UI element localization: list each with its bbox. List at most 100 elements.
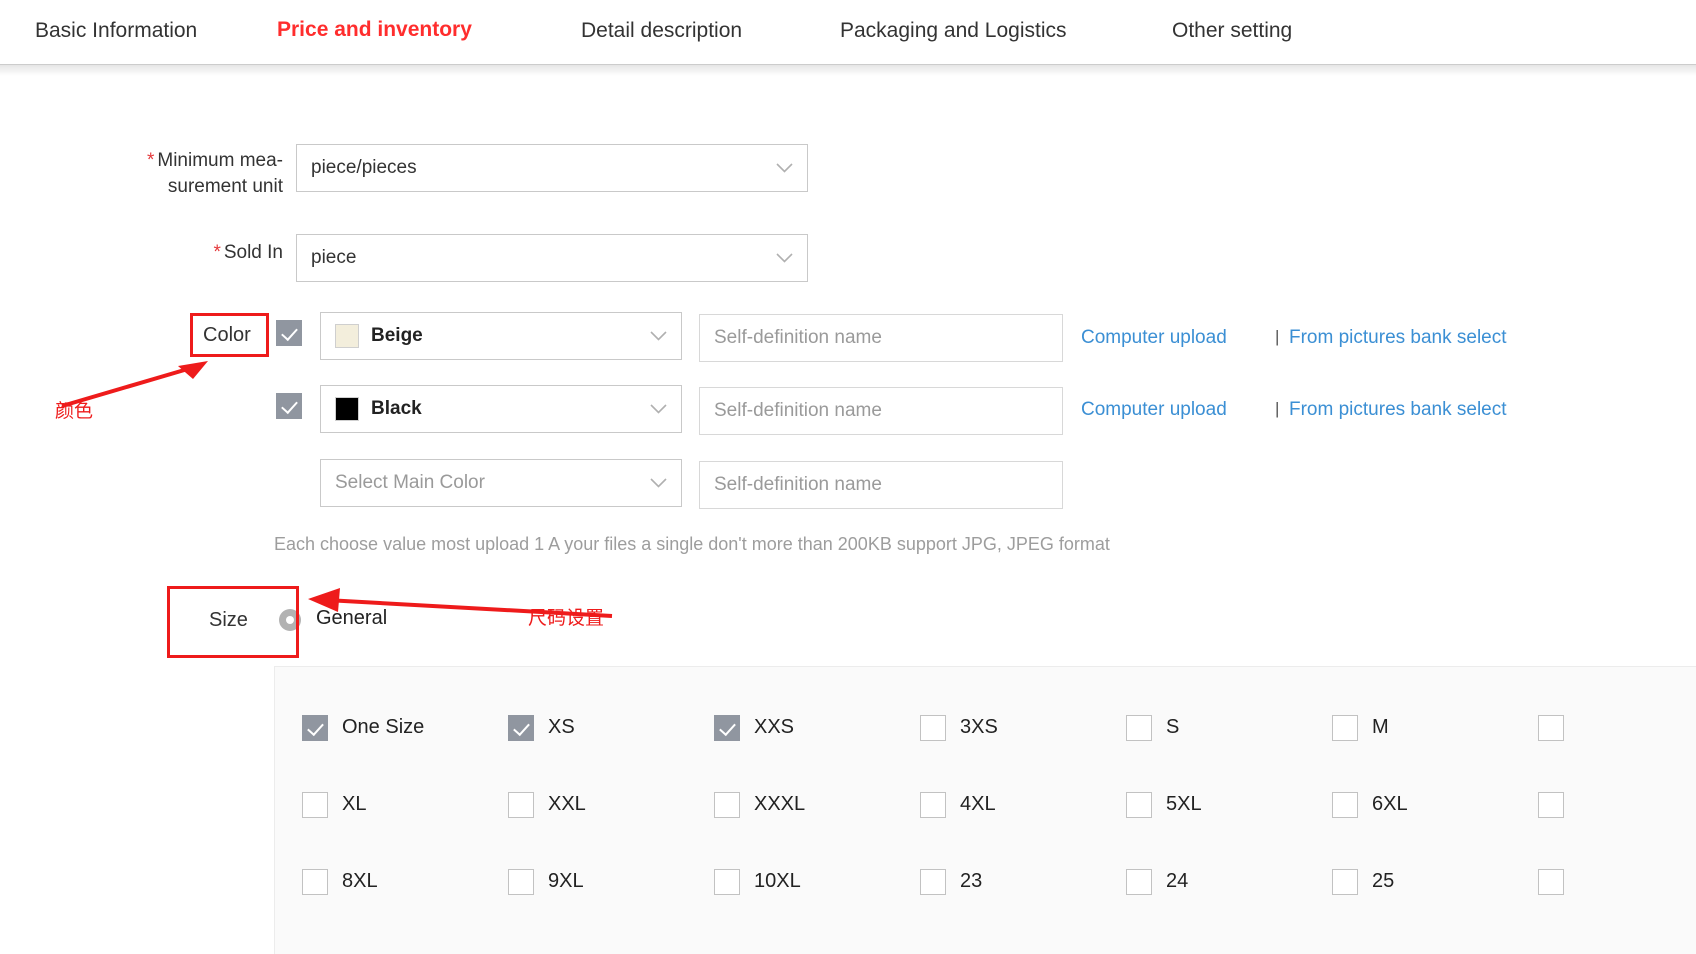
size-option-checkbox[interactable] [1332, 869, 1358, 895]
size-option[interactable]: 23 [920, 843, 1126, 920]
color-row-checkbox-beige[interactable] [276, 320, 302, 346]
size-option[interactable]: XXXL [714, 766, 920, 843]
size-option[interactable]: 3XS [920, 689, 1126, 766]
size-option[interactable]: XXS [714, 689, 920, 766]
sold-in-select[interactable]: piece [296, 234, 808, 282]
self-definition-name-input-black[interactable] [699, 387, 1063, 435]
link-separator: | [1275, 327, 1279, 347]
size-option-checkbox[interactable] [1332, 792, 1358, 818]
size-option-checkbox[interactable] [302, 715, 328, 741]
self-definition-name-input-beige[interactable] [699, 314, 1063, 362]
tab-other-setting[interactable]: Other setting [1172, 20, 1292, 41]
required-asterisk: * [147, 150, 154, 171]
size-option[interactable]: 9XL [508, 843, 714, 920]
color-section-label: Color [203, 322, 263, 348]
from-pictures-bank-link-black[interactable]: From pictures bank select [1289, 399, 1507, 421]
size-option-label: 10XL [754, 870, 801, 893]
color-select-beige[interactable]: Beige [320, 312, 682, 360]
tab-detail-description[interactable]: Detail description [581, 20, 742, 41]
tab-packaging-and-logistics[interactable]: Packaging and Logistics [840, 20, 1066, 41]
size-option-label: 23 [960, 870, 982, 893]
tab-basic-information[interactable]: Basic Information [35, 20, 197, 41]
size-option-checkbox[interactable] [714, 869, 740, 895]
size-option[interactable]: 5XL [1126, 766, 1332, 843]
minimum-measurement-unit-select[interactable]: piece/pieces [296, 144, 808, 192]
size-option[interactable]: XS [508, 689, 714, 766]
size-option[interactable]: One Size [302, 689, 508, 766]
from-pictures-bank-link-beige[interactable]: From pictures bank select [1289, 327, 1507, 349]
size-option-checkbox[interactable] [302, 869, 328, 895]
annotation-text-size: 尺码设置 [528, 603, 604, 630]
size-option-label: 24 [1166, 870, 1188, 893]
size-option-checkbox[interactable] [714, 792, 740, 818]
minimum-measurement-unit-label-line2: surement unit [0, 174, 283, 200]
size-option[interactable] [1538, 766, 1696, 843]
link-separator: | [1275, 399, 1279, 419]
computer-upload-link-beige[interactable]: Computer upload [1081, 327, 1227, 349]
size-option-checkbox[interactable] [508, 869, 534, 895]
size-option-checkbox[interactable] [508, 792, 534, 818]
size-option[interactable] [1538, 843, 1696, 920]
size-general-label: General [316, 607, 387, 630]
field-sold-in: *Sold In piece [0, 240, 808, 282]
color-select-empty[interactable]: Select Main Color [320, 459, 682, 507]
size-option[interactable]: 6XL [1332, 766, 1538, 843]
size-option[interactable] [1538, 689, 1696, 766]
chevron-down-icon [776, 163, 793, 173]
size-option[interactable]: XL [302, 766, 508, 843]
minimum-measurement-unit-value: piece/pieces [311, 157, 417, 179]
size-option-checkbox[interactable] [302, 792, 328, 818]
field-minimum-measurement-unit: *Minimum mea- surement unit piece/pieces [0, 148, 808, 200]
size-option-checkbox[interactable] [1126, 715, 1152, 741]
color-select-black[interactable]: Black [320, 385, 682, 433]
color-row-checkbox-black[interactable] [276, 393, 302, 419]
size-option-label: 3XS [960, 716, 998, 739]
size-options-panel: One Size XSXXS 3XS S M XL XXL XXXL 4XL 5XL 6XL 8XL 9… [274, 666, 1696, 954]
color-name-beige: Beige [371, 325, 423, 347]
computer-upload-link-black[interactable]: Computer upload [1081, 399, 1227, 421]
size-option-label: M [1372, 716, 1389, 739]
chevron-down-icon [650, 478, 667, 488]
size-option-checkbox[interactable] [714, 715, 740, 741]
size-option-label: One Size [342, 716, 424, 739]
size-option[interactable]: 24 [1126, 843, 1332, 920]
chevron-down-icon [650, 404, 667, 414]
product-price-inventory-page: Basic Information Price and inventory De… [0, 0, 1696, 954]
size-option-checkbox[interactable] [1126, 792, 1152, 818]
size-option-label: XXXL [754, 793, 805, 816]
color-select-placeholder: Select Main Color [335, 472, 485, 494]
size-options-grid: One Size XSXXS 3XS S M XL XXL XXXL 4XL 5XL 6XL 8XL 9… [275, 667, 1696, 920]
color-swatch-beige [335, 324, 359, 348]
annotation-text-color: 颜色 [55, 396, 93, 423]
size-option[interactable]: 25 [1332, 843, 1538, 920]
size-option-checkbox[interactable] [1332, 715, 1358, 741]
size-option-checkbox[interactable] [508, 715, 534, 741]
color-name-black: Black [371, 398, 422, 420]
size-option[interactable]: 10XL [714, 843, 920, 920]
sold-in-value: piece [311, 247, 356, 269]
size-option[interactable]: 8XL [302, 843, 508, 920]
size-option[interactable]: M [1332, 689, 1538, 766]
size-option-label: 6XL [1372, 793, 1408, 816]
size-option-checkbox[interactable] [920, 715, 946, 741]
required-asterisk: * [213, 242, 220, 263]
size-option[interactable]: 4XL [920, 766, 1126, 843]
tabbar-shadow [0, 64, 1696, 76]
sold-in-label: *Sold In [0, 240, 283, 266]
size-option-checkbox[interactable] [1538, 869, 1564, 895]
size-option-checkbox[interactable] [1538, 792, 1564, 818]
size-option[interactable]: S [1126, 689, 1332, 766]
size-option-checkbox[interactable] [1538, 715, 1564, 741]
size-option[interactable]: XXL [508, 766, 714, 843]
size-general-radio[interactable] [279, 609, 301, 631]
size-option-label: 4XL [960, 793, 996, 816]
size-option-label: XL [342, 793, 366, 816]
tab-price-and-inventory[interactable]: Price and inventory [277, 19, 472, 40]
size-option-checkbox[interactable] [1126, 869, 1152, 895]
size-option-label: 25 [1372, 870, 1394, 893]
size-option-checkbox[interactable] [920, 869, 946, 895]
size-option-label: 5XL [1166, 793, 1202, 816]
size-option-label: 9XL [548, 870, 584, 893]
self-definition-name-input-empty[interactable] [699, 461, 1063, 509]
size-option-checkbox[interactable] [920, 792, 946, 818]
